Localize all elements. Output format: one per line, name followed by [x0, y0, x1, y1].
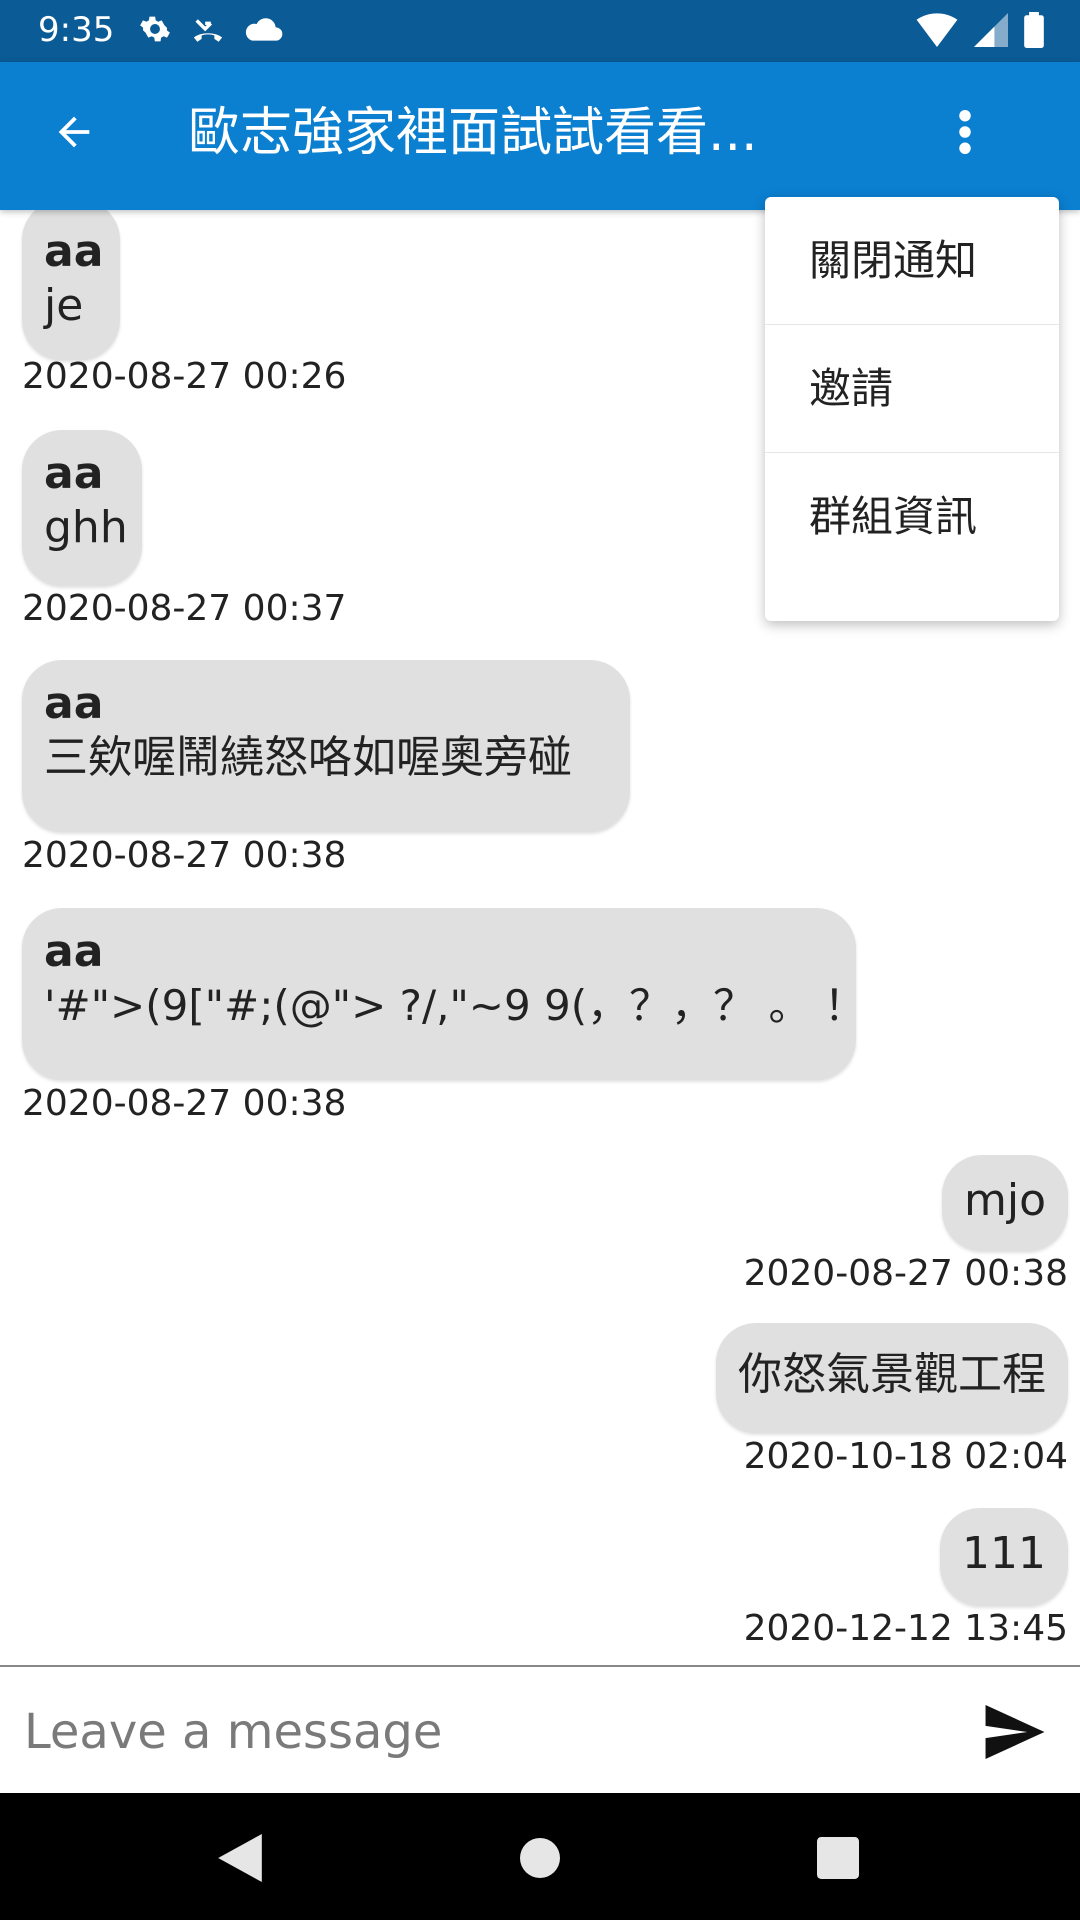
battery-icon	[1024, 12, 1044, 52]
send-button[interactable]	[980, 1699, 1050, 1765]
status-icons-left	[138, 12, 284, 50]
message-bubble[interactable]: 111	[940, 1508, 1068, 1606]
menu-item-invite[interactable]: 邀請	[765, 325, 1059, 453]
overflow-menu-button[interactable]	[940, 102, 990, 162]
message-sender: aa	[44, 226, 104, 277]
message-bubble[interactable]: aa 三欸喔鬧繞怒咯如喔奧旁碰	[22, 660, 630, 832]
status-bar: 9:35	[0, 0, 1080, 62]
menu-item-mute-notifications[interactable]: 關閉通知	[765, 197, 1059, 325]
nav-recents-button[interactable]	[803, 1823, 873, 1893]
square-recents-icon	[817, 1837, 859, 1879]
status-icons-right	[916, 12, 1044, 52]
circle-home-icon	[520, 1838, 560, 1878]
message-text: '#">(9["#;(@"> ?/,"~9 9(，？，？ 。 ！	[44, 981, 866, 1030]
message-timestamp: 2020-08-27 00:38	[743, 1253, 1068, 1294]
triangle-back-icon	[218, 1834, 262, 1882]
send-icon	[985, 1705, 1045, 1759]
message-bubble[interactable]: 你怒氣景觀工程	[716, 1323, 1068, 1433]
nav-back-button[interactable]	[205, 1823, 275, 1893]
message-timestamp: 2020-12-12 13:45	[743, 1608, 1068, 1649]
message-bubble[interactable]: aa je	[22, 200, 120, 360]
message-timestamp: 2020-08-27 00:37	[22, 588, 347, 629]
message-text: 三欸喔鬧繞怒咯如喔奧旁碰	[44, 732, 572, 783]
message-bubble[interactable]: aa '#">(9["#;(@"> ?/,"~9 9(，？，？ 。 ！	[22, 908, 866, 1080]
message-timestamp: 2020-08-27 00:38	[22, 835, 347, 876]
arrow-left-icon	[58, 116, 90, 148]
message-text: ghh	[44, 502, 128, 553]
nav-home-button[interactable]	[505, 1823, 575, 1893]
wifi-icon	[916, 13, 958, 51]
message-timestamp: 2020-08-27 00:38	[22, 1083, 347, 1124]
message-input[interactable]	[22, 1689, 926, 1775]
message-timestamp: 2020-10-18 02:04	[743, 1436, 1068, 1477]
page-title: 歐志強家裡面試試看看...	[188, 103, 758, 163]
app-bar: 歐志強家裡面試試看看...	[0, 62, 1080, 210]
overflow-menu: 關閉通知 邀請 群組資訊	[765, 197, 1059, 621]
system-nav-bar	[0, 1793, 1080, 1920]
status-time: 9:35	[38, 10, 115, 50]
message-composer	[0, 1665, 1080, 1795]
back-button[interactable]	[44, 102, 104, 162]
message-sender: aa	[44, 678, 104, 729]
message-text: 111	[962, 1528, 1046, 1579]
more-vertical-icon	[959, 109, 971, 155]
message-text: je	[44, 280, 84, 331]
menu-item-group-info[interactable]: 群組資訊	[765, 453, 1059, 581]
message-text: 你怒氣景觀工程	[738, 1349, 1046, 1400]
message-timestamp: 2020-08-27 00:26	[22, 356, 347, 397]
missed-call-icon	[190, 12, 226, 50]
gear-icon	[138, 12, 172, 50]
signal-icon	[974, 13, 1008, 51]
cloud-icon	[244, 14, 284, 48]
message-text: mjo	[963, 1175, 1046, 1226]
message-sender: aa	[44, 926, 104, 977]
message-bubble[interactable]: mjo	[941, 1155, 1068, 1251]
message-bubble[interactable]: aa ghh	[22, 430, 142, 586]
message-sender: aa	[44, 448, 104, 499]
